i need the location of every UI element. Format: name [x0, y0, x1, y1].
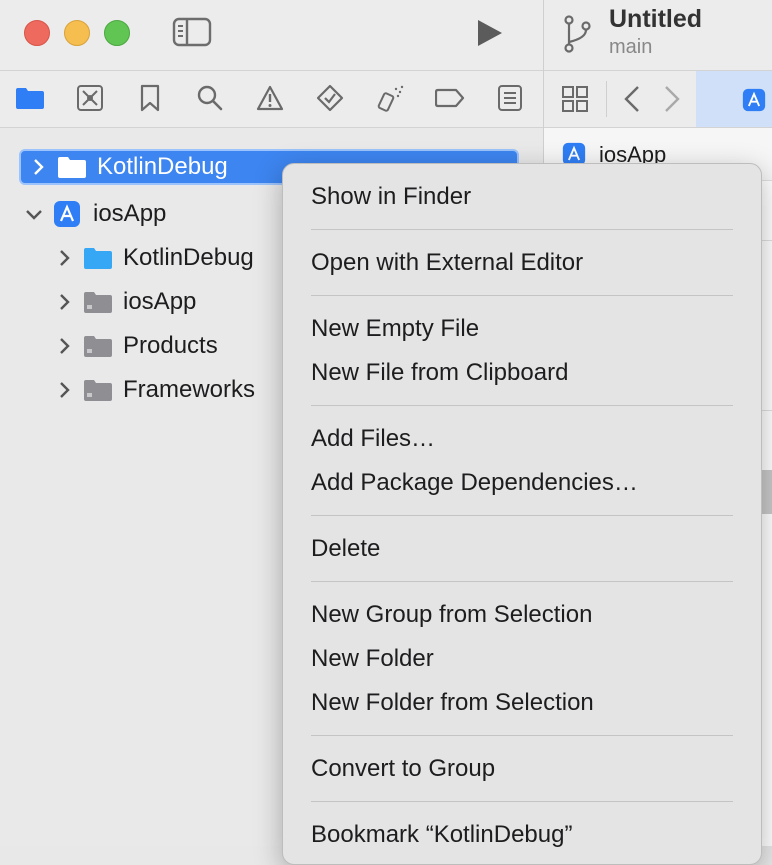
navigator-tab-bar: [0, 71, 543, 128]
tree-row-label: iosApp: [123, 288, 197, 315]
branch-name[interactable]: main: [609, 36, 652, 59]
folder-icon: [84, 380, 112, 401]
project-title[interactable]: Untitled: [609, 5, 702, 34]
run-button[interactable]: [472, 16, 506, 50]
breakpoint-icon[interactable]: [435, 83, 465, 113]
grid-icon[interactable]: [561, 85, 589, 118]
chevron-down-icon[interactable]: [23, 203, 45, 225]
tree-row-label: KotlinDebug: [123, 244, 254, 271]
debug-icon[interactable]: [375, 83, 405, 113]
menu-item-new-group-from-selection[interactable]: New Group from Selection: [311, 600, 592, 630]
menu-separator: [311, 405, 733, 406]
context-menu: Show in Finder Open with External Editor…: [282, 163, 762, 865]
search-icon[interactable]: [195, 83, 225, 113]
tree-row-label: Frameworks: [123, 376, 256, 403]
menu-item-convert-to-group[interactable]: Convert to Group: [311, 754, 495, 784]
folder-icon[interactable]: [15, 83, 45, 113]
back-icon[interactable]: [622, 84, 642, 119]
report-icon[interactable]: [495, 83, 525, 113]
chevron-right-icon[interactable]: [53, 291, 75, 313]
menu-separator: [311, 515, 733, 516]
close-window-button[interactable]: [24, 20, 50, 46]
forward-icon[interactable]: [662, 84, 682, 119]
menu-item-new-folder-from-selection[interactable]: New Folder from Selection: [311, 688, 594, 718]
folder-icon: [58, 157, 86, 178]
menu-item-delete[interactable]: Delete: [311, 534, 380, 564]
tree-row-products[interactable]: Products: [53, 328, 218, 364]
tree-row-iosapp-project[interactable]: iosApp: [23, 196, 166, 232]
tree-row-label: KotlinDebug: [97, 153, 228, 180]
menu-item-new-file-from-clipboard[interactable]: New File from Clipboard: [311, 358, 568, 388]
chevron-right-icon[interactable]: [27, 156, 49, 178]
zoom-window-button[interactable]: [104, 20, 130, 46]
source-control-icon[interactable]: [75, 83, 105, 113]
menu-item-add-package-dependencies[interactable]: Add Package Dependencies…: [311, 468, 638, 498]
folder-icon: [84, 292, 112, 313]
folder-icon: [84, 336, 112, 357]
tree-row-label: Products: [123, 332, 218, 359]
menu-separator: [311, 581, 733, 582]
menu-separator: [311, 735, 733, 736]
tree-row-kotlindebug[interactable]: KotlinDebug: [53, 240, 254, 276]
menu-item-new-empty-file[interactable]: New Empty File: [311, 314, 479, 344]
menu-separator: [311, 229, 733, 230]
editor-toolbar: [544, 71, 772, 128]
chevron-right-icon[interactable]: [53, 247, 75, 269]
menu-separator: [311, 295, 733, 296]
menu-separator: [311, 801, 733, 802]
project-header: Untitled main: [544, 0, 772, 71]
play-icon: [478, 20, 502, 46]
app-project-icon: [742, 88, 766, 112]
menu-item-new-folder[interactable]: New Folder: [311, 644, 434, 674]
branch-icon: [564, 15, 591, 53]
warning-icon[interactable]: [255, 83, 285, 113]
test-icon[interactable]: [315, 83, 345, 113]
sidebar-toggle-icon[interactable]: [172, 16, 212, 48]
folder-icon: [84, 248, 112, 269]
bookmark-icon[interactable]: [135, 83, 165, 113]
menu-item-add-files[interactable]: Add Files…: [311, 424, 435, 454]
minimize-window-button[interactable]: [64, 20, 90, 46]
editor-tab-active[interactable]: [696, 71, 772, 127]
menu-item-open-external-editor[interactable]: Open with External Editor: [311, 248, 583, 278]
toolbar-divider: [606, 81, 607, 117]
tree-row-iosapp-folder[interactable]: iosApp: [53, 284, 196, 320]
tree-row-frameworks[interactable]: Frameworks: [53, 372, 255, 408]
chevron-right-icon[interactable]: [53, 335, 75, 357]
tree-row-label: iosApp: [93, 200, 167, 227]
app-project-icon: [54, 201, 80, 227]
chevron-right-icon[interactable]: [53, 379, 75, 401]
window-titlebar: [0, 0, 543, 71]
menu-item-show-in-finder[interactable]: Show in Finder: [311, 182, 471, 212]
